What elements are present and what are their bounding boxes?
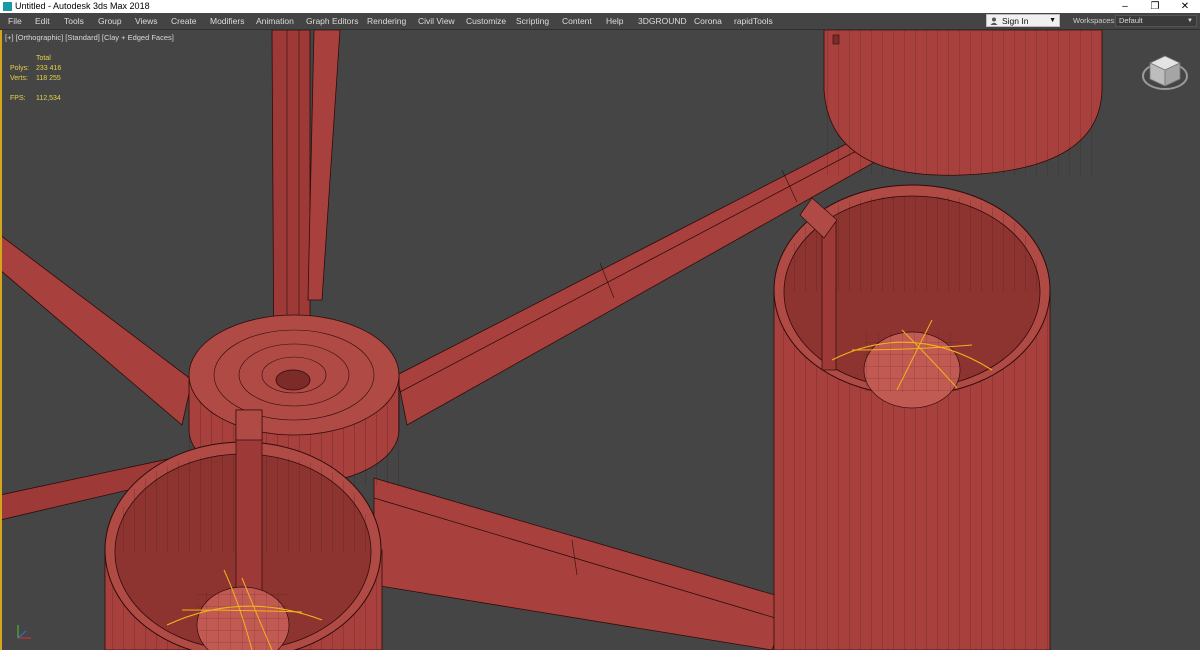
viewport[interactable]: [+] [Orthographic] [Standard] [Clay + Ed… (0, 30, 1200, 650)
workspaces-label: Workspaces: (1073, 16, 1117, 25)
axis-tripod-icon (17, 625, 31, 639)
menu-3dground[interactable]: 3DGROUND (638, 13, 687, 29)
fps-label: FPS: (10, 95, 26, 102)
menu-create[interactable]: Create (171, 13, 197, 29)
window-title: Untitled - Autodesk 3ds Max 2018 (15, 1, 150, 11)
menu-edit[interactable]: Edit (35, 13, 50, 29)
verts-label: Verts: (10, 75, 28, 82)
close-button[interactable]: ✕ (1173, 0, 1197, 13)
menu-corona[interactable]: Corona (694, 13, 722, 29)
menu-graph-editors[interactable]: Graph Editors (306, 13, 358, 29)
workspaces-value: Default (1119, 16, 1143, 25)
arm-right-lower (373, 477, 793, 650)
menu-bar: File Edit Tools Group Views Create Modif… (0, 13, 1200, 30)
menu-rendering[interactable]: Rendering (367, 13, 406, 29)
menu-animation[interactable]: Animation (256, 13, 294, 29)
polys-value: 233 416 (36, 65, 62, 72)
workspaces-select[interactable]: Default ▼ (1115, 15, 1197, 27)
menu-customize[interactable]: Customize (466, 13, 506, 29)
menu-civil-view[interactable]: Civil View (418, 13, 455, 29)
scene-geometry (2, 30, 1103, 650)
menu-scripting[interactable]: Scripting (516, 13, 549, 29)
stats-total-label: Total (36, 55, 51, 62)
menu-rapidtools[interactable]: rapidTools (734, 13, 773, 29)
sign-in-dropdown[interactable]: Sign In ▼ (986, 14, 1060, 27)
menu-help[interactable]: Help (606, 13, 623, 29)
arm-left-upper (2, 236, 193, 426)
menu-views[interactable]: Views (135, 13, 158, 29)
menu-file[interactable]: File (8, 13, 22, 29)
user-icon (990, 17, 998, 25)
minimize-button[interactable]: – (1113, 0, 1137, 13)
menu-group[interactable]: Group (98, 13, 122, 29)
diagonal-rod (307, 30, 341, 301)
app-icon (3, 2, 12, 11)
polys-label: Polys: (10, 65, 30, 72)
fps-value: 112,534 (36, 95, 61, 102)
menu-content[interactable]: Content (562, 13, 592, 29)
verts-value: 118 255 (36, 75, 61, 82)
restore-button[interactable]: ❐ (1143, 0, 1167, 13)
chevron-down-icon: ▼ (1049, 17, 1056, 24)
sign-in-label: Sign In (1002, 16, 1029, 26)
viewcube-icon[interactable] (1140, 50, 1190, 94)
title-bar: Untitled - Autodesk 3ds Max 2018 – ❐ ✕ (0, 0, 1200, 13)
app-window: Untitled - Autodesk 3ds Max 2018 – ❐ ✕ F… (0, 0, 1200, 650)
chevron-down-icon: ▼ (1187, 18, 1193, 24)
right-cup-stem (821, 219, 837, 371)
viewport-label[interactable]: [+] [Orthographic] [Standard] [Clay + Ed… (5, 33, 174, 42)
menu-tools[interactable]: Tools (64, 13, 84, 29)
menu-modifiers[interactable]: Modifiers (210, 13, 244, 29)
